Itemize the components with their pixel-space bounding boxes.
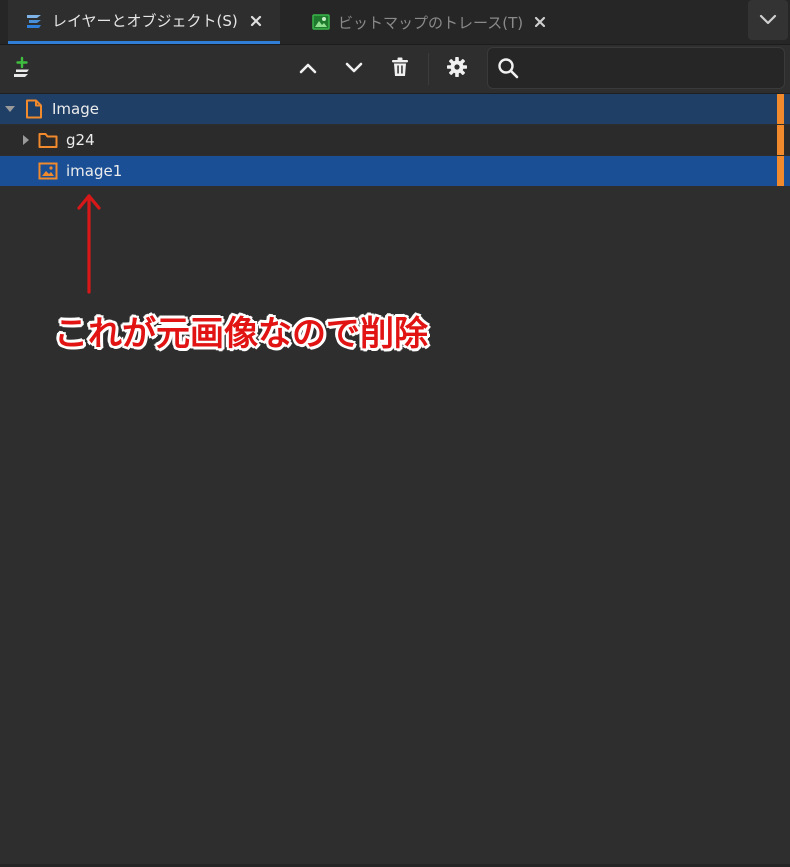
annotation-text: これが元画像なので削除 xyxy=(54,314,428,354)
annotation-arrow xyxy=(77,194,101,294)
tab-label: ビットマップのトレース(T) xyxy=(338,13,524,32)
expand-caret-icon[interactable] xyxy=(2,101,18,117)
layer-color-marker xyxy=(777,94,784,124)
folder-icon xyxy=(38,130,58,150)
settings-button[interactable] xyxy=(439,51,475,87)
bitmap-trace-icon xyxy=(312,12,330,32)
chevron-up-icon xyxy=(298,60,318,79)
tree-row-root[interactable]: Image xyxy=(0,94,790,124)
toolbar-divider xyxy=(428,53,429,85)
gear-icon xyxy=(446,56,468,82)
search-box[interactable] xyxy=(487,47,785,89)
tab-label: レイヤーとオブジェクト(S) xyxy=(52,12,238,30)
tree-item-label: Image xyxy=(52,100,99,118)
tab-bitmap-trace[interactable]: ビットマップのトレース(T) xyxy=(296,0,546,44)
expand-caret-icon[interactable] xyxy=(18,132,34,148)
tab-layers-objects[interactable]: レイヤーとオブジェクト(S) xyxy=(8,0,280,44)
search-input[interactable] xyxy=(524,52,784,84)
expander-placeholder xyxy=(18,163,34,179)
chevron-down-icon xyxy=(759,11,777,30)
object-tree: Image g24 image1 xyxy=(0,94,790,187)
close-icon[interactable] xyxy=(248,13,264,29)
search-icon xyxy=(492,52,524,84)
layer-color-marker xyxy=(777,125,784,155)
delete-button[interactable] xyxy=(382,51,418,87)
layers-panel: レイヤーとオブジェクト(S) ビットマップのトレース(T) Image g24 … xyxy=(0,0,790,867)
add-layer-icon xyxy=(11,56,33,82)
document-icon xyxy=(24,99,44,119)
chevron-down-icon xyxy=(344,60,364,79)
image-icon xyxy=(38,161,58,181)
tree-item-label: image1 xyxy=(66,162,123,180)
trash-icon xyxy=(391,57,409,81)
tab-bar: レイヤーとオブジェクト(S) ビットマップのトレース(T) xyxy=(0,0,790,45)
tree-row-g24[interactable]: g24 xyxy=(0,125,790,155)
add-layer-button[interactable] xyxy=(4,51,40,87)
toolbar xyxy=(0,45,790,94)
tree-row-image1[interactable]: image1 xyxy=(0,156,790,186)
close-icon[interactable] xyxy=(533,14,546,30)
tree-item-label: g24 xyxy=(66,131,95,149)
layer-color-marker xyxy=(777,156,784,186)
lower-button[interactable] xyxy=(336,51,372,87)
tabs-dropdown-button[interactable] xyxy=(748,0,788,40)
raise-button[interactable] xyxy=(290,51,326,87)
layers-icon xyxy=(24,11,44,31)
